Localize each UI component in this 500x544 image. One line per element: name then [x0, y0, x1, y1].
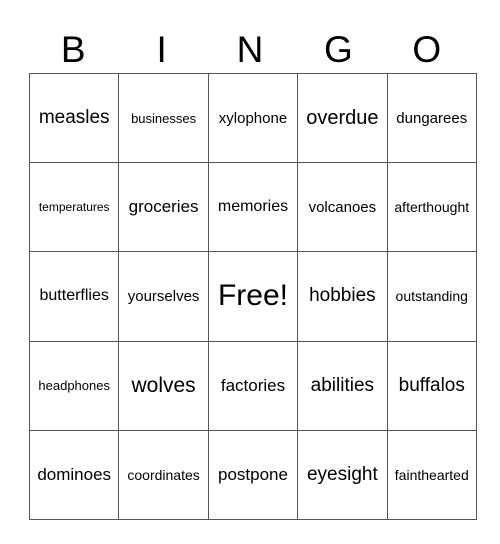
header-letter-n: N	[236, 29, 264, 70]
bingo-cell[interactable]: dungarees	[386, 72, 477, 164]
header-letter-o: O	[412, 29, 442, 70]
bingo-cell[interactable]: yourselves	[118, 251, 209, 342]
bingo-cell[interactable]: fainthearted	[386, 429, 477, 520]
bingo-board: measles businesses xylophone overdue dun…	[28, 72, 477, 520]
bingo-cell[interactable]: temperatures	[28, 162, 120, 253]
free-space-cell[interactable]: Free!	[207, 251, 299, 342]
bingo-header: B I N G O	[29, 28, 471, 72]
bingo-cell[interactable]: measles	[28, 72, 120, 164]
board-row: temperatures groceries memories volcanoe…	[28, 162, 477, 253]
bingo-cell[interactable]: factories	[207, 340, 299, 431]
bingo-cell[interactable]: groceries	[118, 162, 209, 253]
bingo-cell[interactable]: wolves	[118, 340, 209, 431]
bingo-cell[interactable]: overdue	[297, 72, 388, 164]
bingo-cell[interactable]: butterflies	[28, 251, 120, 342]
bingo-cell[interactable]: headphones	[28, 340, 120, 431]
board-row: dominoes coordinates postpone eyesight f…	[28, 429, 477, 520]
bingo-cell[interactable]: outstanding	[386, 251, 477, 342]
board-row: measles businesses xylophone overdue dun…	[28, 72, 477, 164]
board-row: butterflies yourselves Free! hobbies out…	[28, 251, 477, 342]
bingo-cell[interactable]: businesses	[118, 72, 209, 164]
bingo-cell[interactable]: hobbies	[297, 251, 388, 342]
header-letter-g: G	[323, 29, 353, 70]
bingo-cell[interactable]: abilities	[297, 340, 388, 431]
bingo-cell[interactable]: memories	[207, 162, 299, 253]
bingo-cell[interactable]: eyesight	[297, 429, 388, 520]
header-letter-b: B	[60, 29, 86, 70]
bingo-cell[interactable]: volcanoes	[297, 162, 388, 253]
bingo-cell[interactable]: buffalos	[386, 340, 477, 431]
bingo-cell[interactable]: dominoes	[28, 429, 120, 520]
header-letter-i: I	[156, 29, 167, 70]
bingo-cell[interactable]: postpone	[207, 429, 299, 520]
bingo-cell[interactable]: coordinates	[118, 429, 209, 520]
board-row: headphones wolves factories abilities bu…	[28, 340, 477, 431]
bingo-cell[interactable]: xylophone	[207, 72, 299, 164]
bingo-cell[interactable]: afterthought	[386, 162, 477, 253]
